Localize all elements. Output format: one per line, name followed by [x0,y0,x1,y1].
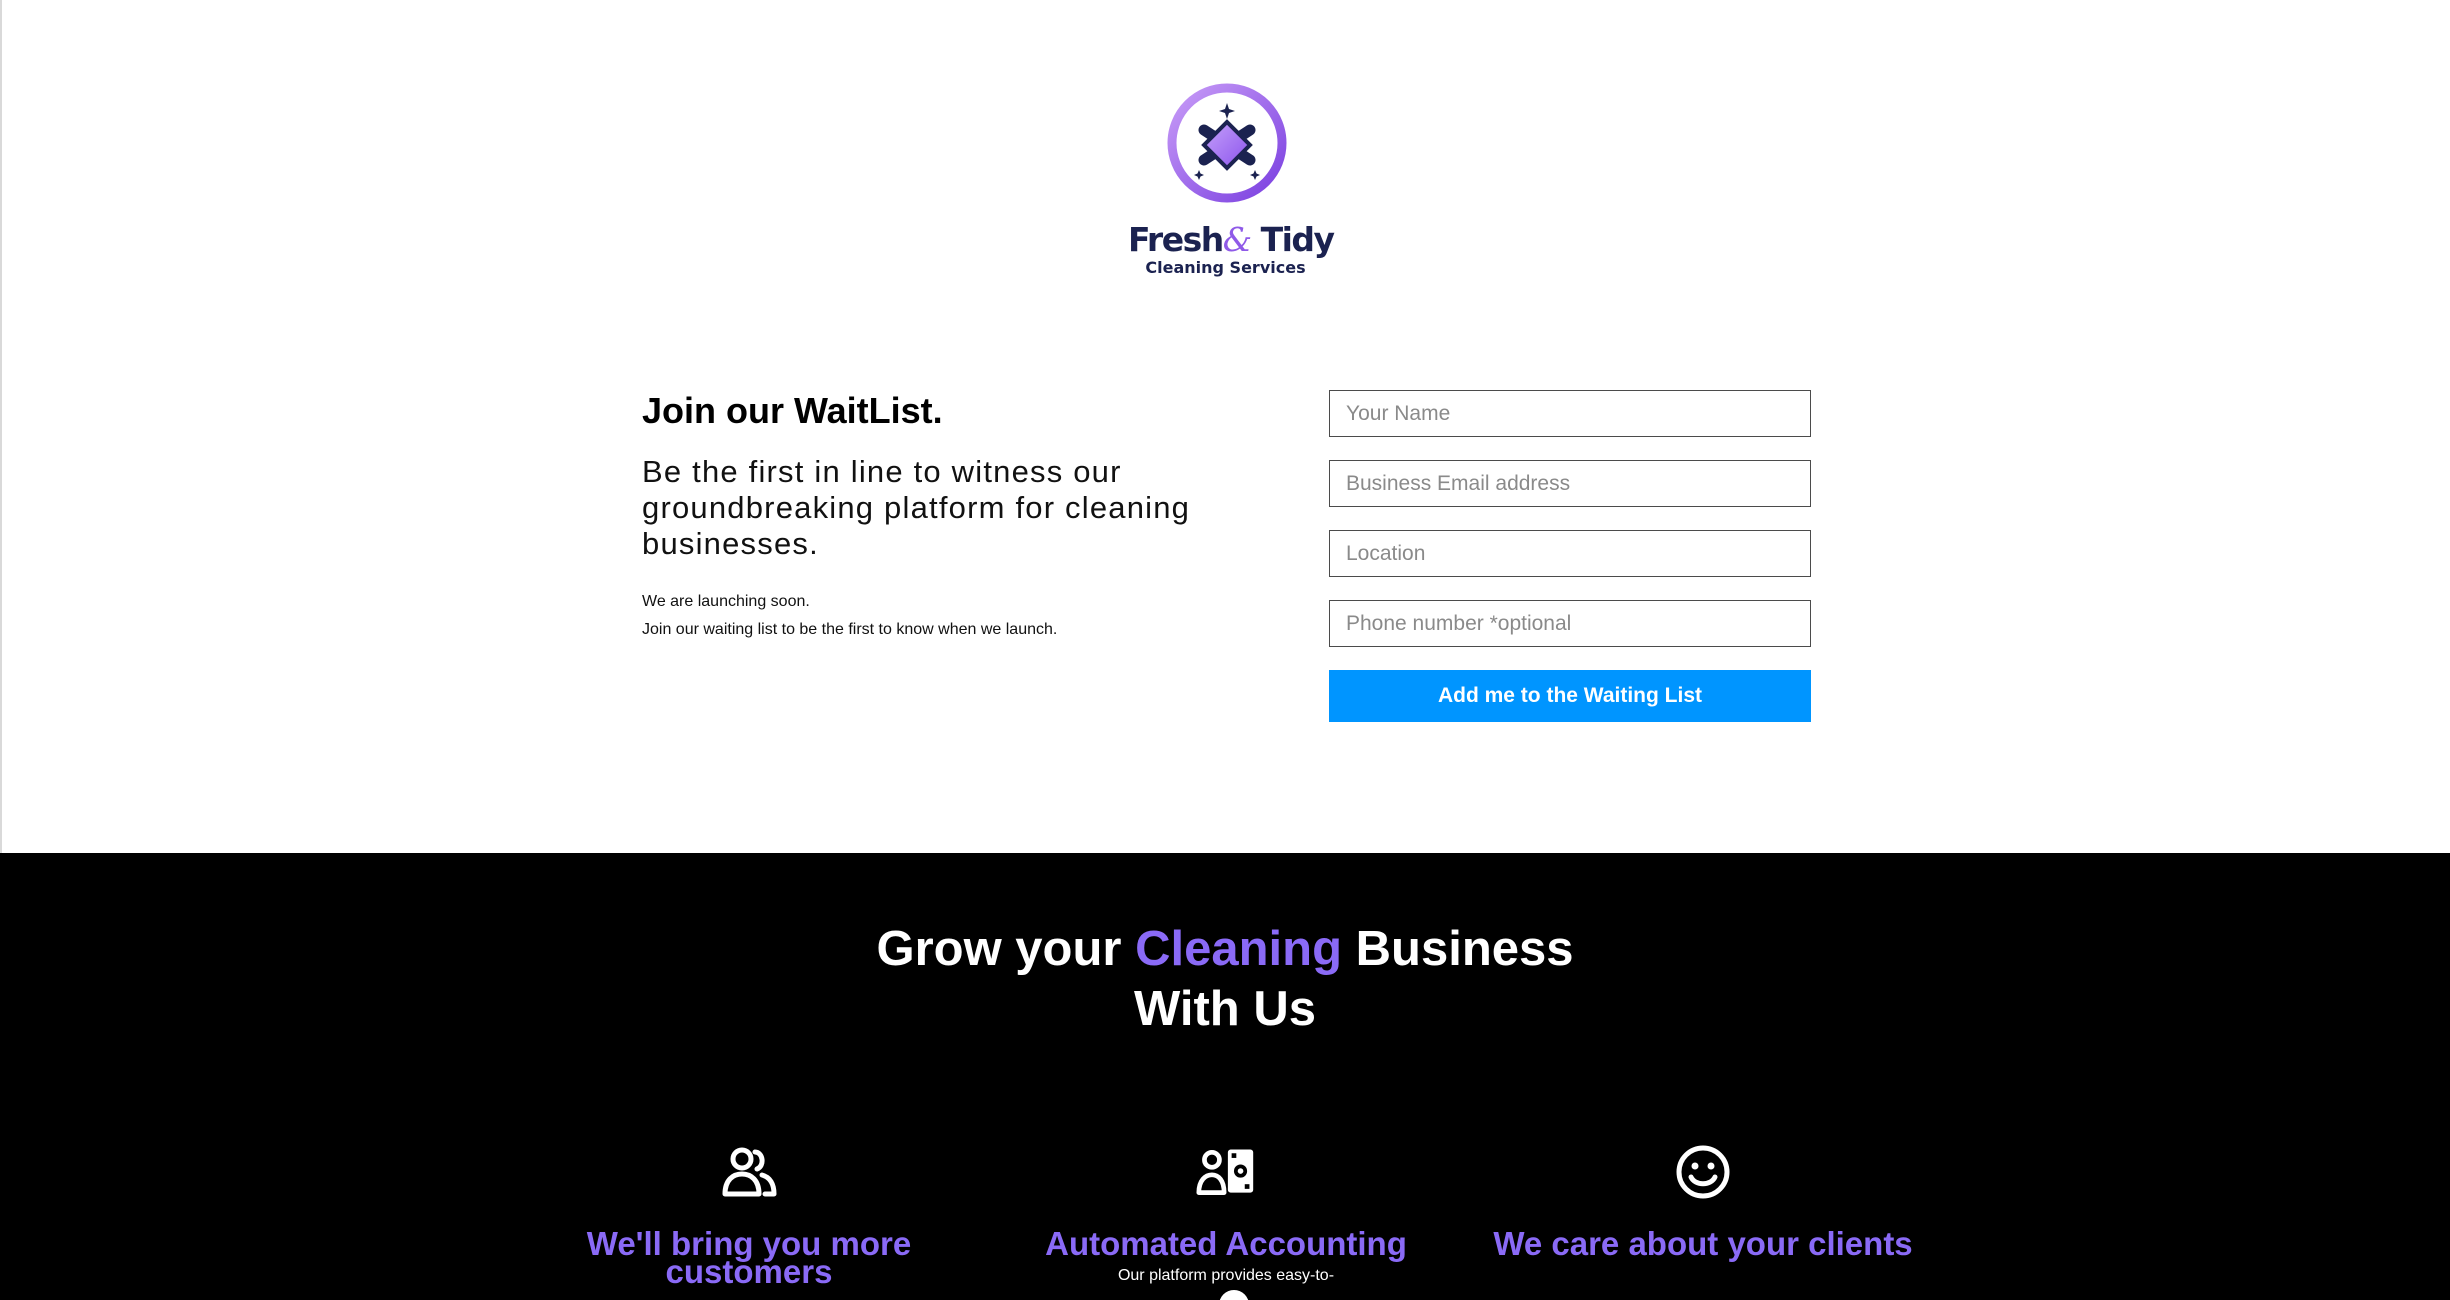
waitlist-title: Join our WaitList. [642,390,943,431]
email-input[interactable] [1329,460,1811,507]
grow-business-section: Grow your Cleaning Business With Us We'll… [0,853,2450,1300]
feature-care-clients: We care about your clients [1493,1144,1913,1262]
brand-subtitle: Cleaning Services [1145,258,1306,277]
grow-title-start: Grow your [876,922,1136,976]
add-to-waitlist-button[interactable]: Add me to the Waiting List [1329,670,1811,722]
brand-logo[interactable]: Fresh& Tidy Cleaning Services [1128,82,1335,282]
brand-name-part2: Tidy [1260,220,1335,259]
launch-line-1: We are launching soon. [642,593,810,610]
brand-wordmark: Fresh& Tidy [1128,220,1335,259]
accounting-icon [1196,1149,1254,1195]
feature-more-customers: We'll bring you more customers [539,1144,959,1290]
waitlist-intro: Join our WaitList. Be the first in line … [642,388,1202,644]
launch-line-2: Join our waiting list to be the first to… [642,621,1058,638]
location-input[interactable] [1329,530,1811,577]
page-left-border [0,0,2,853]
feature-title: Automated Accounting [1045,1225,1407,1262]
feature-title: We'll bring you more customers [586,1225,912,1290]
grow-heading: Grow your Cleaning Business With Us [0,919,2450,1039]
brand-name-part1: Fresh [1128,220,1224,259]
feature-description: Our platform provides easy-to- [1117,1267,1335,1284]
smiley-icon [1676,1145,1730,1199]
phone-input[interactable] [1329,600,1811,647]
users-icon [722,1147,777,1197]
feature-automated-accounting: Automated Accounting Our platform provid… [1016,1144,1436,1286]
brand-ampersand: & [1222,220,1252,259]
waitlist-page: Fresh& Tidy Cleaning Services Join our W… [0,0,2450,1300]
feature-title: We care about your clients [1493,1225,1913,1262]
grow-title-line2: With Us [1134,982,1316,1036]
name-input[interactable] [1329,390,1811,437]
grow-title-end: Business [1342,922,1574,976]
waitlist-launch-note: We are launching soon. Join our waiting … [642,588,1202,644]
sparkle-cleaning-emblem-icon [1167,83,1287,203]
waitlist-form: Add me to the Waiting List [1329,390,1811,722]
waitlist-lead: Be the first in line to witness our grou… [642,454,1191,561]
grow-title-accent: Cleaning [1135,922,1343,976]
